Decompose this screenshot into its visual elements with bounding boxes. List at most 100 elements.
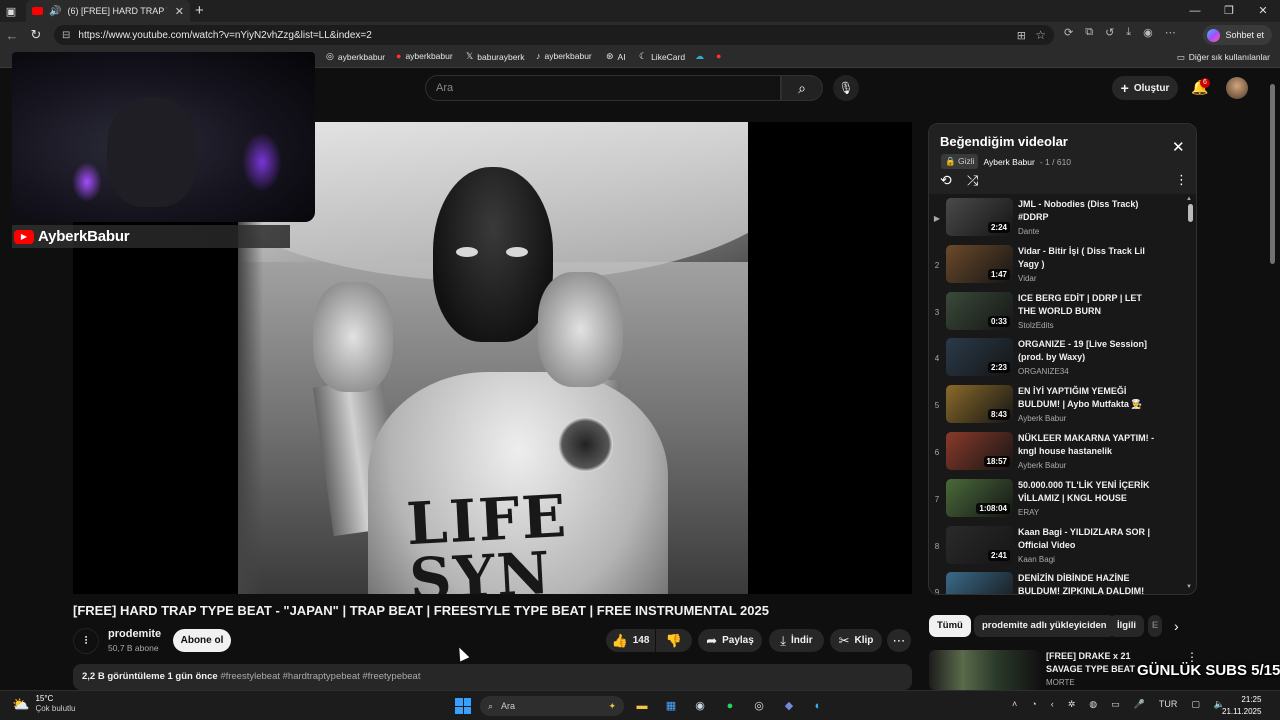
playlist-item[interactable]: ▶ 2:24 JML - Nobodies (Diss Track) #DDRP Da… (929, 196, 1191, 243)
history-icon[interactable]: ↺ (1105, 26, 1114, 39)
bookmark-ai[interactable]: ⊛ AI (606, 51, 626, 62)
playlist-item[interactable]: 7 1:08:04 50.000.000 TL'LİK YENİ İÇERİK Vİ… (929, 477, 1191, 524)
search-input[interactable]: Ara (425, 75, 781, 101)
profile-icon[interactable]: ◉ (1143, 26, 1153, 39)
playlist-item-thumbnail[interactable]: 0:33 (946, 291, 1013, 330)
bookmark-tiktok[interactable]: ♪ ayberkbabur (536, 51, 592, 61)
scroll-up-icon[interactable]: ▲ (1186, 196, 1192, 202)
recommended-thumbnail[interactable] (929, 650, 1041, 690)
playlist-title[interactable]: Beğendiğim videolar (940, 134, 1068, 149)
channel-avatar[interactable]: ⫶ (73, 628, 99, 654)
file-explorer-icon[interactable]: ▬ (632, 696, 652, 716)
refresh-icon[interactable]: ↻ (24, 27, 48, 43)
playlist-item-thumbnail[interactable]: 18:57 (946, 431, 1013, 470)
playlist-item-title[interactable]: 50.000.000 TL'LİK YENİ İÇERİK VİLLAMIZ |… (1018, 479, 1158, 505)
more-actions-button[interactable]: ⋯ (887, 629, 911, 652)
playlist-item[interactable]: 4 2:23 ORGANIZE - 19 [Live Session] (prod.… (929, 336, 1191, 383)
channel-name[interactable]: prodemite (108, 628, 161, 640)
bookmark-likecard[interactable]: ☾ LikeCard (639, 51, 685, 62)
copilot-button[interactable]: Sohbet et (1203, 25, 1272, 45)
playlist-item-title[interactable]: ORGANIZE - 19 [Live Session] (prod. by W… (1018, 338, 1158, 364)
spotify-icon[interactable]: ● (720, 696, 740, 716)
app-available-icon[interactable]: ⊞ (1017, 29, 1026, 42)
chevron-right-icon[interactable]: › (1174, 618, 1179, 634)
chip-all[interactable]: Tümü (929, 615, 971, 637)
window-menu-icon[interactable]: ▣ (0, 0, 22, 22)
tray-back-icon[interactable]: ‹ (1051, 699, 1054, 710)
dislike-button[interactable]: 👎 (656, 629, 692, 652)
extensions-icon[interactable]: ⟳ (1064, 26, 1073, 39)
steam-icon[interactable]: ◉ (690, 696, 710, 716)
page-scrollbar[interactable] (1270, 84, 1275, 264)
playlist-item-title[interactable]: NÜKLEER MAKARNA YAPTIM! - kngl house has… (1018, 432, 1158, 458)
playlist-item-thumbnail[interactable]: 1:47 (946, 244, 1013, 283)
clock[interactable]: 21:25 21.11.2025 (1222, 694, 1261, 718)
scroll-down-icon[interactable]: ▼ (1186, 584, 1192, 590)
playlist-item-thumbnail[interactable]: 2:23 (946, 338, 1013, 377)
playlist-owner[interactable]: Ayberk Babur (983, 157, 1034, 167)
playlist-item[interactable]: 3 0:33 ICE BERG EDİT | DDRP | LET THE WORL… (929, 290, 1191, 337)
playlist-item-thumbnail[interactable]: 2:41 (946, 525, 1013, 564)
playlist-scrollbar[interactable] (1188, 204, 1193, 222)
favorite-star-icon[interactable]: ☆ (1035, 28, 1046, 42)
download-button[interactable]: ⤓ İndir (769, 629, 824, 652)
playlist-item-title[interactable]: JML - Nobodies (Diss Track) #DDRP (1018, 198, 1158, 224)
clip-button[interactable]: ✂ Klip (830, 629, 882, 652)
playlist-item-thumbnail[interactable]: 8:43 (946, 385, 1013, 424)
description-box[interactable]: 2,2 B görüntüleme 1 gün önce #freestyleb… (73, 664, 912, 690)
share-button[interactable]: ➦ Paylaş (698, 629, 762, 652)
language-indicator[interactable]: TUR (1159, 699, 1178, 710)
like-button[interactable]: 👍 148 (606, 629, 655, 652)
playlist-more-icon[interactable]: ⋮ (1175, 172, 1188, 188)
more-menu-icon[interactable]: ⋯ (1165, 26, 1176, 39)
restore-icon[interactable]: ❐ (1212, 0, 1246, 22)
playlist-item[interactable]: 8 2:41 Kaan Bagi - YILDIZLARA SOR | Offici… (929, 524, 1191, 571)
playlist-item-title[interactable]: DENİZİN DİBİNDE HAZİNE BULDUM! ZIPKINLA … (1018, 572, 1158, 594)
weather-widget[interactable]: ⛅ 15°C Çok bulutlu (12, 694, 75, 714)
taskbar-search[interactable]: ⌕ Ara ✦ (480, 696, 624, 716)
bookmark-x[interactable]: 𝕏baburayberk (466, 51, 525, 62)
back-icon[interactable]: ← (0, 28, 24, 43)
playlist-item-title[interactable]: EN İYİ YAPTIĞIM YEMEĞİ BULDUM! | Aybo Mu… (1018, 385, 1158, 411)
bookmark-instagram[interactable]: ◎ ayberkbabur (326, 51, 385, 62)
other-bookmarks[interactable]: ▭ Diğer sık kullanılanlar (1177, 52, 1270, 63)
playlist-item-title[interactable]: ICE BERG EDİT | DDRP | LET THE WORLD BUR… (1018, 292, 1158, 318)
obs-icon[interactable]: ◎ (749, 696, 769, 716)
browser-tab[interactable]: 🔊 (6) [FREE] HARD TRAP TYPE ✕ (26, 0, 190, 22)
loop-icon[interactable]: ⟲ (940, 172, 952, 189)
chip-more[interactable]: E (1148, 615, 1162, 637)
tray-app-icon[interactable]: ◔ (1031, 699, 1036, 710)
downloads-icon[interactable]: ⤓ (1126, 26, 1131, 39)
tray-steam-icon[interactable]: ◍ (1089, 699, 1097, 710)
microphone-icon[interactable]: 🎙 (833, 75, 859, 101)
new-tab-icon[interactable]: + (195, 2, 204, 19)
speaker-icon[interactable]: 🔊 (49, 6, 61, 17)
tray-gear-icon[interactable]: ✲ (1068, 699, 1076, 710)
avatar[interactable] (1226, 77, 1248, 99)
chip-related[interactable]: İlgili (1109, 615, 1144, 637)
playlist-item-thumbnail[interactable] (946, 572, 1013, 594)
discord-icon[interactable]: ◆ (779, 696, 799, 716)
chip-from-uploader[interactable]: prodemite adlı yükleyiciden (974, 615, 1115, 637)
store-icon[interactable]: ▦ (661, 696, 681, 716)
minimize-icon[interactable]: — (1178, 0, 1212, 22)
playlist-item[interactable]: 5 8:43 EN İYİ YAPTIĞIM YEMEĞİ BULDUM! | Ay… (929, 383, 1191, 430)
network-icon[interactable]: ▢ (1191, 699, 1200, 710)
search-icon[interactable]: ⌕ (781, 75, 823, 101)
bookmark-youtube-2[interactable]: ● (716, 51, 721, 61)
recommended-channel[interactable]: MORTE (1046, 678, 1075, 687)
site-info-icon[interactable]: ⊟ (62, 30, 70, 41)
shuffle-icon[interactable]: ⤮ (967, 172, 978, 189)
url-field[interactable]: ⊟ https://www.youtube.com/watch?v=nYiyN2… (54, 25, 1054, 45)
playlist-item[interactable]: 2 1:47 Vidar - Bitir İşi ( Diss Track Lil … (929, 243, 1191, 290)
tray-mic-icon[interactable]: 🎤 (1134, 699, 1145, 710)
split-screen-icon[interactable]: ⧉ (1085, 26, 1093, 39)
bookmark-cloud[interactable]: ☁ (695, 51, 704, 62)
bookmark-youtube[interactable]: ● ayberkbabur (396, 51, 453, 61)
edge-icon[interactable]: ◐ (808, 696, 828, 716)
playlist-item-thumbnail[interactable]: 1:08:04 (946, 478, 1013, 517)
playlist-item[interactable]: 6 18:57 NÜKLEER MAKARNA YAPTIM! - kngl hou… (929, 430, 1191, 477)
create-button[interactable]: + Oluştur (1112, 76, 1178, 100)
close-window-icon[interactable]: ✕ (1246, 0, 1280, 22)
playlist-item[interactable]: 9 DENİZİN DİBİNDE HAZİNE BULDUM! ZIPKINLA… (929, 570, 1191, 594)
